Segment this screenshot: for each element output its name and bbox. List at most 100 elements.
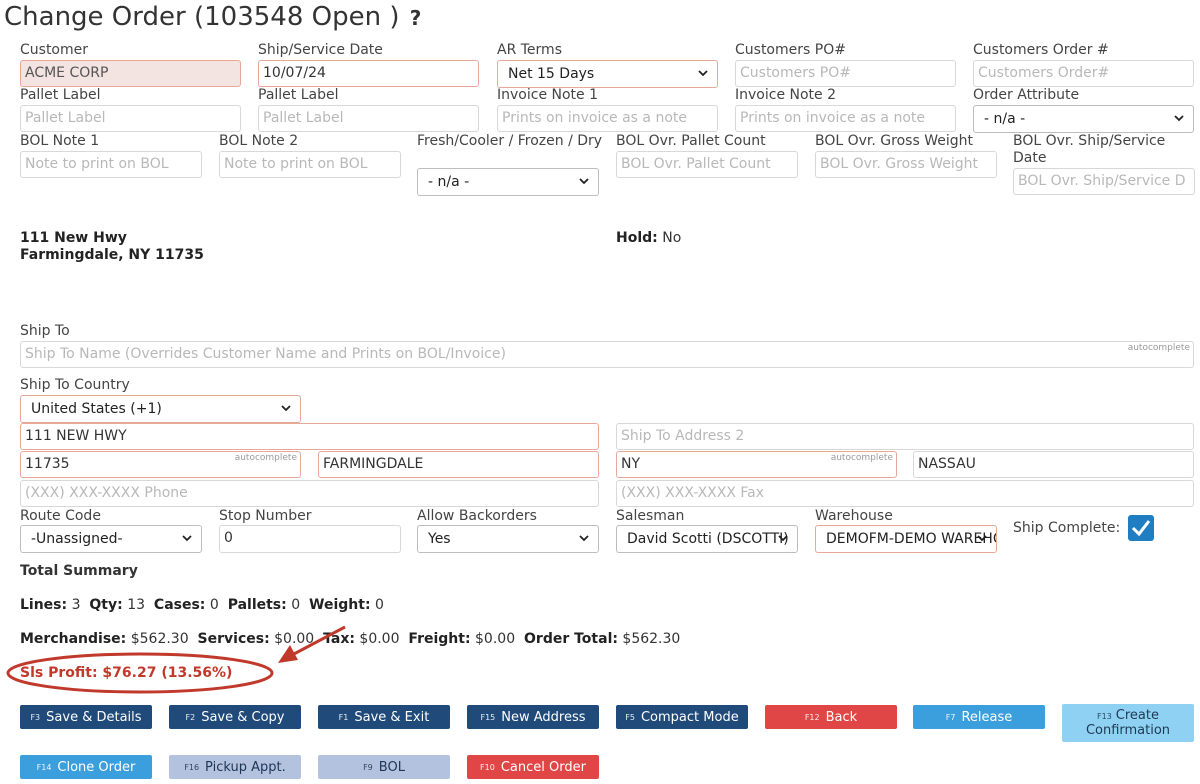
bol-note-1-label: BOL Note 1 [20,133,100,149]
function-key: F9 [363,762,373,772]
compact-mode-button[interactable]: F5 Compact Mode [616,705,748,729]
save-copy-button[interactable]: F2 Save & Copy [169,705,301,729]
autocomplete-tag: autocomplete [234,453,297,463]
route-code-select[interactable]: -Unassigned- [20,525,202,553]
save-exit-button[interactable]: F1 Save & Exit [318,705,450,729]
weight-label: Weight: [309,597,371,613]
checkmark-icon [1131,520,1151,537]
function-key: F3 [30,712,41,722]
chevron-down-icon [698,70,708,77]
warehouse-label: Warehouse [815,508,893,524]
hold-status: Hold: No [616,230,681,246]
new-address-button[interactable]: F15 New Address [467,705,599,729]
cases-label: Cases: [153,597,206,613]
ship-to-county-input[interactable]: NASSAU [913,451,1194,478]
chevron-down-icon [977,535,987,542]
save-details-button[interactable]: F3 Save & Details [20,705,152,729]
warehouse-select[interactable]: DEMOFM-DEMO WAREHOUSE [815,525,997,553]
pickup-appt-button[interactable]: F16 Pickup Appt. [169,755,301,779]
invoice-note-2-input[interactable]: Prints on invoice as a note [735,105,956,132]
button-label: BOL [378,759,405,775]
ship-to-country-select[interactable]: United States (+1) [20,395,301,423]
ship-to-zip-input[interactable]: 11735 autocomplete [20,451,301,478]
invoice-note-1-label: Invoice Note 1 [497,87,599,103]
ship-to-address-2-input[interactable]: Ship To Address 2 [616,423,1194,450]
ship-complete-checkbox[interactable] [1128,515,1154,541]
lines-label: Lines: [20,597,68,613]
ship-to-name-placeholder: Ship To Name (Overrides Customer Name an… [25,346,506,362]
customers-po-label: Customers PO# [735,42,846,58]
fax-input[interactable]: (XXX) XXX-XXXX Fax [616,480,1194,507]
sales-profit: Sls Profit: $76.27 (13.56%) [20,665,233,681]
customer-label: Customer [20,42,89,58]
pallets-label: Pallets: [227,597,287,613]
salesman-value: David Scotti (DSCOTTI) [627,531,789,547]
button-label: Save & Details [46,709,142,725]
button-label: Release [961,709,1013,725]
salesman-label: Salesman [616,508,685,524]
back-button[interactable]: F12 Back [765,705,897,729]
chevron-down-icon [778,535,788,542]
stop-number-input[interactable]: 0 [219,525,401,553]
merchandise-value: $562.30 [130,631,189,647]
autocomplete-tag: autocomplete [1127,343,1190,353]
allow-backorders-label: Allow Backorders [417,508,537,524]
ship-to-state-input[interactable]: NY autocomplete [616,451,897,478]
customer-address: 111 New Hwy Farmingdale, NY 11735 [20,230,204,264]
hold-value: No [662,230,682,246]
route-code-value: -Unassigned- [31,531,123,547]
help-icon[interactable]: ? [410,6,422,30]
pallet-label-2-input[interactable]: Pallet Label [258,105,479,132]
bol-gross-weight-label: BOL Ovr. Gross Weight [815,133,973,149]
allow-backorders-select[interactable]: Yes [417,525,599,553]
pallet-label-1-input[interactable]: Pallet Label [20,105,241,132]
customers-order-input[interactable]: Customers Order# [973,60,1194,87]
function-key: F16 [184,762,200,772]
merchandise-label: Merchandise: [20,631,127,647]
function-key: F12 [804,712,820,722]
ship-to-country-value: United States (+1) [31,401,162,417]
order-total-value: $562.30 [622,631,681,647]
freight-value: $0.00 [475,631,516,647]
phone-input[interactable]: (XXX) XXX-XXXX Phone [20,480,599,507]
arrow-head-icon [278,645,298,663]
order-attribute-label: Order Attribute [973,87,1080,103]
customers-po-input[interactable]: Customers PO# [735,60,956,87]
button-label: Compact Mode [640,709,739,725]
bol-pallet-count-input[interactable]: BOL Ovr. Pallet Count [616,151,798,178]
tax-value: $0.00 [359,631,400,647]
chevron-down-icon [182,535,192,542]
ar-terms-select[interactable]: Net 15 Days [497,60,718,88]
create-confirmation-button[interactable]: F13 Create Confirmation [1062,704,1194,742]
ship-to-label: Ship To [20,323,70,339]
bol-button[interactable]: F9 BOL [318,755,450,779]
ship-to-address-1-input[interactable]: 111 NEW HWY [20,423,599,450]
function-key: F5 [625,712,635,722]
ship-to-name-input[interactable]: Ship To Name (Overrides Customer Name an… [20,341,1194,368]
order-attribute-select[interactable]: - n/a - [973,105,1194,133]
bol-note-1-input[interactable]: Note to print on BOL [20,151,202,178]
bol-ship-date-input[interactable]: BOL Ovr. Ship/Service D [1013,168,1195,195]
fresh-cooler-select[interactable]: - n/a - [417,168,599,196]
salesman-select[interactable]: David Scotti (DSCOTTI) [616,525,798,553]
order-attribute-value: - n/a - [984,111,1026,127]
button-label: Pickup Appt. [205,759,286,775]
button-label: New Address [501,709,586,725]
freight-label: Freight: [408,631,471,647]
bol-note-2-input[interactable]: Note to print on BOL [219,151,401,178]
summary-counts: Lines: 3 Qty: 13 Cases: 0 Pallets: 0 Wei… [20,597,384,613]
route-code-label: Route Code [20,508,101,524]
bol-gross-weight-input[interactable]: BOL Ovr. Gross Weight [815,151,997,178]
button-label: Save & Copy [201,709,285,725]
page-title-text: Change Order (103548 Open ) [4,2,400,32]
ship-date-field[interactable]: 10/07/24 [258,60,479,87]
ship-to-city-input[interactable]: FARMINGDALE [318,451,599,478]
release-button[interactable]: F7 Release [913,705,1045,729]
invoice-note-1-input[interactable]: Prints on invoice as a note [497,105,718,132]
cancel-order-button[interactable]: F10 Cancel Order [467,755,599,779]
chevron-down-icon [1174,115,1184,122]
clone-order-button[interactable]: F14 Clone Order [20,755,152,779]
function-key: F7 [945,712,956,722]
ar-terms-label: AR Terms [497,42,562,58]
customer-field[interactable]: ACME CORP [20,60,241,87]
